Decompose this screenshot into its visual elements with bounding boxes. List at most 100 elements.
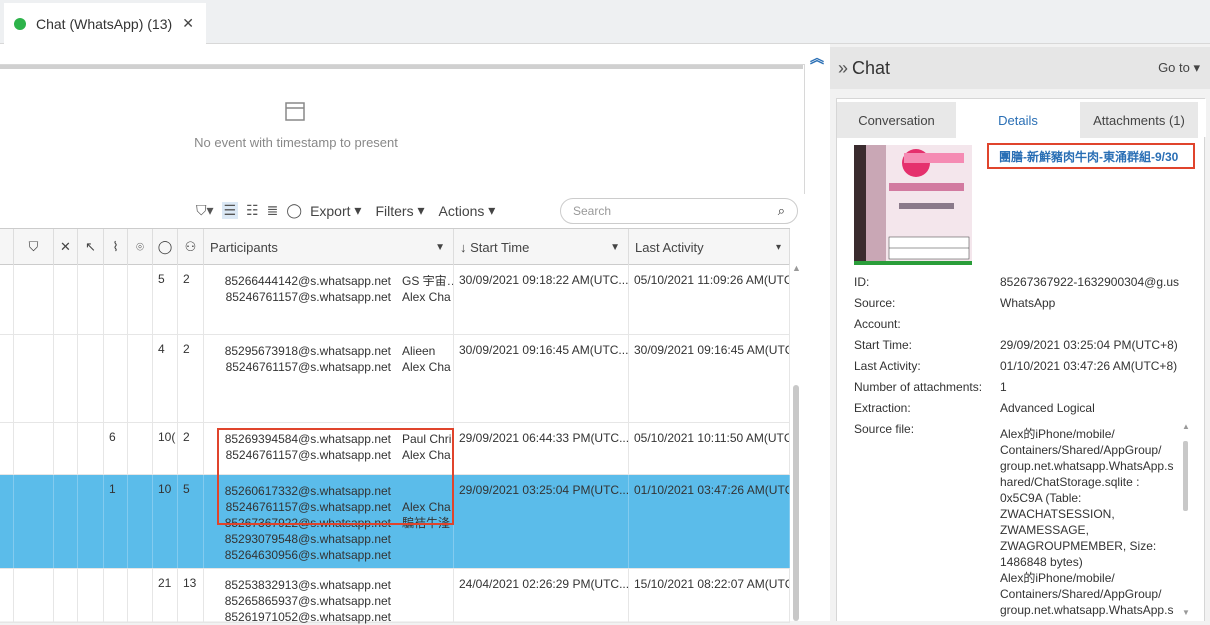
table-row[interactable]: 6 10(2 85269394584@s.whatsapp.net Paul Chri… [0,423,790,475]
tab-details[interactable]: Details [959,102,1077,138]
detail-label: Extraction: [854,401,911,415]
participant-id: 85246761157@s.whatsapp.net [225,448,391,462]
col-participants[interactable]: Participants ▼ [204,229,454,265]
export-menu[interactable]: Export ▾ [310,202,361,219]
participant-name: GS 宇宙… [402,274,453,288]
details-list: ID: 85267367922-1632900304@g.us Source: Wha… [854,275,1199,443]
participants-icon[interactable]: ⚇ [178,229,204,265]
goto-menu[interactable]: Go to ▾ [1158,60,1200,76]
search-icon[interactable]: ⌕ [778,203,785,219]
col-select[interactable] [0,229,14,265]
splitter[interactable] [805,44,830,621]
last-activity-cell: 05/10/2021 11:09:26 AM(UTC [629,265,790,334]
table-cell: 13 [178,569,204,622]
table-cell: 5 [153,265,178,334]
sort-down-icon: ↓ [460,239,467,255]
detail-row: Source: WhatsApp [854,296,1199,317]
table-cell [54,423,78,474]
col-last-activity[interactable]: Last Activity ▾ [629,229,790,265]
close-icon[interactable]: ✕ [182,15,194,32]
export-label: Export [310,202,351,219]
calendar-icon [285,102,305,121]
participant-line: 85265865937@s.whatsapp.net [204,593,453,609]
scroll-down-icon[interactable]: ▼ [1182,608,1190,617]
grid-scrollbar[interactable]: ▲ [792,263,801,621]
source-file-scrollbar[interactable]: ▲ ▼ [1182,422,1190,617]
source-file-value: Alex的iPhone/mobile/Containers/Shared/App… [1000,426,1178,618]
participant-line: 85246761157@s.whatsapp.net Alex Cha [204,289,453,305]
participant-line: 85246761157@s.whatsapp.net Alex Cha [204,447,453,463]
participant-line: 85269394584@s.whatsapp.net Paul Chri [204,431,453,447]
attachment-icon[interactable]: ⌇ [104,229,128,265]
dropdown-icon[interactable]: ▼ [610,242,620,253]
delete-icon[interactable]: ✕ [54,229,78,265]
search-placeholder: Search [573,204,612,218]
participant-id: 85253832913@s.whatsapp.net [224,578,391,592]
source-file-line: group.net.whatsapp.WhatsApp.s [1000,459,1174,473]
table-row[interactable]: 4 2 85295673918@s.whatsapp.net Alieen 852467… [0,335,790,423]
grid-scroll-thumb[interactable] [793,385,799,621]
detail-list-icon[interactable]: ≣ [267,202,279,219]
source-scroll-thumb[interactable] [1183,441,1188,511]
source-file-line: hared/ChatStorage.sqlite : [1000,475,1140,489]
chat-avatar-image[interactable] [854,145,972,265]
start-time-cell: 30/09/2021 09:18:22 AM(UTC... [454,265,629,334]
collapse-up-icon[interactable]: ︽ [810,51,826,66]
participant-line: 85264630956@s.whatsapp.net [204,547,453,563]
table-cell: 10 [153,475,178,568]
grid-header: ⛉ ✕ ↖ ⌇ ⌾ ◯ ⚇ Participants ▼ ↓ Start Time… [0,228,790,265]
participants-cell: 85260617332@s.whatsapp.net 85246761157@s.… [204,475,454,568]
tab-conversation[interactable]: Conversation [837,102,956,138]
detail-label: Number of attachments: [854,380,983,394]
tab-bar: Chat (WhatsApp) (13) ✕ [0,0,1210,44]
table-cell [78,569,104,622]
col-start-time[interactable]: ↓ Start Time ▼ [454,229,629,265]
chat-name-link[interactable]: 團膳-新鮮豬肉牛肉-東涌群組-9/30 [987,143,1195,169]
table-cell [14,265,54,334]
table-cell [128,475,153,568]
actions-label: Actions [438,202,485,219]
expand-chevron-icon[interactable]: » [838,58,848,79]
message-icon[interactable]: ◯ [153,229,178,265]
dropdown-icon[interactable]: ▾ [776,242,781,253]
pointer-icon[interactable]: ↖ [78,229,104,265]
participant-name: Alex Cha [402,360,451,374]
last-activity-cell: 15/10/2021 08:22:07 AM(UTC [629,569,790,622]
tag-icon[interactable]: ⛉ [14,229,54,265]
participant-id: 85295673918@s.whatsapp.net [224,344,391,358]
table-cell [128,423,153,474]
scroll-up-icon[interactable]: ▲ [792,263,801,273]
timeline-empty-message: No event with timestamp to present [194,135,398,150]
tag-icon[interactable]: ⛉▾ [196,202,214,219]
tab-chat-whatsapp[interactable]: Chat (WhatsApp) (13) ✕ [4,3,206,44]
list-view-icon[interactable]: ☰ [221,202,239,219]
scroll-up-icon[interactable]: ▲ [1182,422,1190,431]
detail-value: 1 [1000,380,1007,394]
table-cell: 21 [153,569,178,622]
participant-name: Alex Cha [402,290,451,304]
filters-menu[interactable]: Filters ▾ [375,202,424,219]
table-cell [0,475,14,568]
dropdown-icon[interactable]: ▼ [435,242,445,253]
table-row[interactable]: 21 13 85253832913@s.whatsapp.net 8526586593… [0,569,790,624]
source-file-line: Alex的iPhone/mobile/ [1000,427,1115,441]
start-time-cell: 30/09/2021 09:16:45 AM(UTC... [454,335,629,422]
chat-bubble-icon[interactable]: ◯ [286,202,302,219]
participant-name: Alex Cha [402,500,451,514]
table-cell [0,423,14,474]
detail-label: Source: [854,296,896,310]
source-file-line: Containers/Shared/AppGroup/ [1000,443,1162,457]
participant-line: 85267367922@s.whatsapp.net 騙袺牛湰 [204,515,453,531]
details-panel: Conversation Details Attachments (1) 團膳-… [836,98,1206,621]
participant-id: 85261971052@s.whatsapp.net [224,610,391,624]
detail-value: 85267367922-1632900304@g.us [1000,275,1180,289]
table-row[interactable]: 1 10 5 85260617332@s.whatsapp.net 8524676115… [0,475,790,569]
tab-attachments[interactable]: Attachments (1) [1080,102,1198,138]
checklist-icon[interactable]: ☷ [246,202,259,219]
table-row[interactable]: 5285266444142@s.whatsapp.netGS 宇宙…852467… [0,265,790,335]
location-icon[interactable]: ⌾ [128,229,153,265]
participant-id: 85264630956@s.whatsapp.net [224,548,391,562]
chat-detail-pane: » Chat Go to ▾ Conversation Details Atta… [830,44,1210,621]
search-input[interactable]: Search ⌕ [560,198,798,224]
actions-menu[interactable]: Actions ▾ [439,202,496,219]
